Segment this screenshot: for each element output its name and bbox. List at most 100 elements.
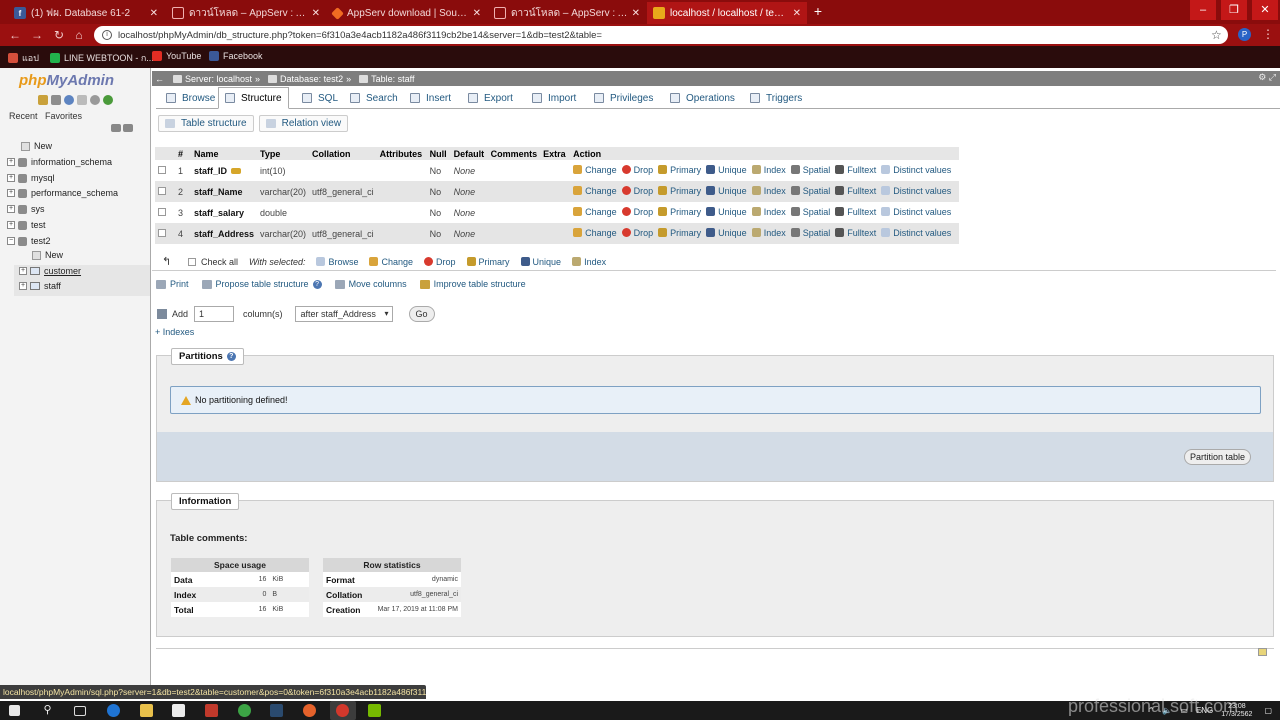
fulltext-link[interactable]: Fulltext [835, 165, 876, 175]
close-icon[interactable]: ✕ [632, 8, 640, 19]
tab-triggers[interactable]: Triggers [744, 87, 808, 109]
fulltext-link[interactable]: Fulltext [835, 186, 876, 196]
bookmark-facebook[interactable]: Facebook [209, 51, 263, 61]
expand-icon[interactable]: + [7, 189, 15, 197]
app-icon[interactable] [205, 704, 218, 717]
notification-icon[interactable]: ▢ [1264, 706, 1272, 715]
change-link[interactable]: Change [573, 165, 617, 175]
tab-search[interactable]: Search [344, 87, 404, 109]
close-icon[interactable]: ✕ [473, 8, 481, 19]
col-extra[interactable]: Extra [540, 147, 571, 160]
tab-structure[interactable]: Structure [218, 87, 289, 109]
phpmyadmin-logo[interactable]: phpMyAdmin [19, 72, 114, 89]
expand-icon[interactable]: + [7, 174, 15, 182]
column-position-select[interactable]: after staff_Address [294, 306, 393, 322]
browser-tab[interactable]: AppServ download | SourceForg ✕ [327, 2, 487, 24]
fulltext-link[interactable]: Fulltext [835, 228, 876, 238]
bulk-index-button[interactable]: Index [572, 257, 606, 267]
tree-item-mysql[interactable]: + mysql [7, 173, 55, 183]
drop-link[interactable]: Drop [621, 165, 653, 175]
settings-gear-icon[interactable]: ⚙ ⤢ [1258, 72, 1276, 83]
check-all[interactable]: Check all [188, 257, 238, 267]
table-structure-button[interactable]: Table structure [158, 115, 254, 132]
help-icon[interactable] [64, 95, 74, 105]
close-icon[interactable]: ✕ [150, 8, 158, 19]
change-link[interactable]: Change [573, 186, 617, 196]
tree-item-information-schema[interactable]: + information_schema [7, 157, 112, 167]
store-icon[interactable] [172, 704, 185, 717]
col-comments[interactable]: Comments [487, 147, 541, 160]
breadcrumb-database[interactable]: Database: test2» [268, 74, 351, 84]
tab-import[interactable]: Import [526, 87, 582, 109]
browser-tab[interactable]: ดาวน์โหลด – AppServ : Apache - ✕ [166, 2, 326, 24]
tree-item-new-table[interactable]: New [32, 250, 63, 260]
profile-avatar[interactable]: P [1238, 28, 1251, 41]
help-icon[interactable]: ? [226, 352, 236, 361]
task-view-icon[interactable] [74, 706, 86, 716]
tab-export[interactable]: Export [462, 87, 519, 109]
favorites-tab[interactable]: Favorites [45, 111, 82, 121]
recent-tab[interactable]: Recent [9, 111, 38, 121]
spatial-link[interactable]: Spatial [790, 186, 830, 196]
bulk-primary-button[interactable]: Primary [466, 257, 510, 267]
back-arrow-icon[interactable]: ← [8, 28, 22, 42]
col-name[interactable]: Name [191, 147, 258, 160]
check-all-checkbox[interactable] [188, 257, 196, 266]
tree-item-sys[interactable]: + sys [7, 204, 45, 214]
improve-structure-link[interactable]: Improve table structure [419, 279, 526, 289]
tree-item-staff[interactable]: + staff [19, 281, 61, 291]
distinct-values-link[interactable]: Distinct values [881, 207, 951, 217]
change-link[interactable]: Change [573, 207, 617, 217]
primary-link[interactable]: Primary [658, 228, 701, 238]
unique-link[interactable]: Unique [706, 207, 747, 217]
expand-icon[interactable]: + [19, 267, 27, 275]
nvidia-icon[interactable] [368, 704, 381, 717]
chrome-icon[interactable] [238, 704, 251, 717]
maximize-icon[interactable]: ❐ [1221, 0, 1247, 20]
docs-icon[interactable] [77, 95, 87, 105]
forward-arrow-icon[interactable]: → [30, 28, 44, 42]
browser-menu-icon[interactable]: ⋮ [1262, 27, 1274, 41]
reload-icon[interactable]: ↻ [52, 28, 66, 42]
close-icon[interactable]: ✕ [312, 8, 320, 19]
edge-icon[interactable] [107, 704, 120, 717]
back-arrow-icon[interactable]: ← [155, 74, 165, 84]
row-checkbox[interactable] [158, 207, 166, 216]
home-icon[interactable]: ⌂ [72, 28, 86, 42]
steam-icon[interactable] [270, 704, 283, 717]
bulk-browse-button[interactable]: Browse [316, 257, 358, 267]
index-link[interactable]: Index [751, 165, 786, 175]
expand-icon[interactable]: + [19, 282, 27, 290]
move-columns-link[interactable]: Move columns [334, 279, 407, 289]
bulk-change-button[interactable]: Change [369, 257, 413, 267]
file-explorer-icon[interactable] [140, 704, 153, 717]
expand-icon[interactable]: + [7, 158, 15, 166]
spatial-link[interactable]: Spatial [790, 228, 830, 238]
bulk-unique-button[interactable]: Unique [520, 257, 561, 267]
primary-link[interactable]: Primary [658, 165, 701, 175]
expand-icon[interactable]: + [7, 221, 15, 229]
minimize-icon[interactable]: – [1190, 0, 1216, 20]
col-default[interactable]: Default [450, 147, 488, 160]
col-collation[interactable]: Collation [309, 147, 377, 160]
browser-tab[interactable]: ดาวน์โหลด – AppServ : Apache - ✕ [488, 2, 646, 24]
spatial-link[interactable]: Spatial [790, 165, 830, 175]
change-link[interactable]: Change [573, 228, 617, 238]
row-checkbox[interactable] [158, 165, 166, 174]
info-icon[interactable]: i [102, 30, 112, 40]
chrome-icon[interactable] [336, 704, 349, 717]
distinct-values-link[interactable]: Distinct values [881, 228, 951, 238]
browser-tab[interactable]: f (1) ฟผ. Database 61-2 ✕ [8, 2, 164, 24]
tab-privileges[interactable]: Privileges [588, 87, 659, 109]
index-link[interactable]: Index [751, 186, 786, 196]
app-icon[interactable] [303, 704, 316, 717]
distinct-values-link[interactable]: Distinct values [881, 186, 951, 196]
tree-item-test[interactable]: + test [7, 220, 46, 230]
partition-table-button[interactable]: Partition table [1183, 449, 1251, 465]
relation-view-button[interactable]: Relation view [258, 115, 349, 132]
tree-item-performance-schema[interactable]: + performance_schema [7, 188, 118, 198]
primary-link[interactable]: Primary [658, 186, 701, 196]
propose-structure-link[interactable]: Propose table structure? [201, 279, 322, 289]
col-type[interactable]: Type [257, 147, 310, 160]
collapse-all-icon[interactable] [111, 124, 121, 132]
